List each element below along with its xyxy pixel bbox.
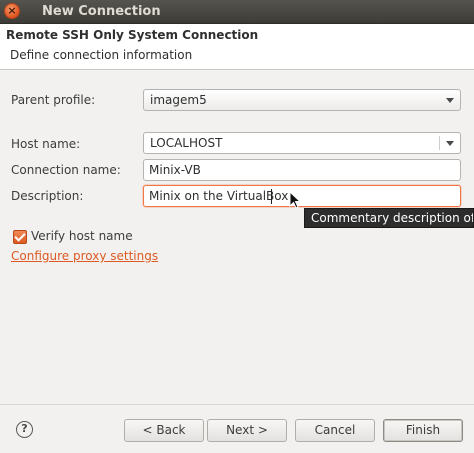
next-button[interactable]: Next >: [207, 419, 287, 442]
verify-host-label[interactable]: Verify host name: [31, 229, 133, 243]
text-caret: [271, 189, 272, 204]
cancel-button[interactable]: Cancel: [295, 419, 375, 442]
connection-name-value: Minix-VB: [149, 163, 201, 177]
help-icon[interactable]: ?: [16, 421, 33, 438]
verify-host-checkbox[interactable]: [13, 230, 27, 244]
description-value: Minix on the VirtualBox: [149, 189, 289, 203]
finish-button[interactable]: Finish: [383, 419, 463, 442]
host-name-combo[interactable]: LOCALHOST: [143, 132, 461, 154]
close-icon[interactable]: ×: [4, 3, 20, 19]
tooltip: Commentary description of the: [304, 208, 474, 228]
parent-profile-combo[interactable]: imagem5: [143, 89, 461, 111]
wizard-header: Remote SSH Only System Connection Define…: [0, 24, 474, 70]
wizard-subtitle: Define connection information: [10, 48, 193, 62]
back-button[interactable]: < Back: [124, 419, 204, 442]
wizard-title: Remote SSH Only System Connection: [6, 28, 259, 42]
parent-profile-value: imagem5: [150, 93, 207, 107]
parent-profile-label: Parent profile:: [11, 93, 96, 107]
description-label: Description:: [11, 189, 84, 203]
title-bar: × New Connection: [0, 0, 474, 24]
host-name-label: Host name:: [11, 137, 81, 151]
connection-name-label: Connection name:: [11, 163, 121, 177]
chevron-down-icon[interactable]: [446, 141, 454, 146]
window-title: New Connection: [42, 4, 161, 19]
footer-divider: [0, 404, 474, 405]
chevron-down-icon: [446, 98, 454, 103]
combo-separator: [439, 136, 440, 150]
checkmark-icon: [14, 230, 26, 242]
connection-name-field[interactable]: Minix-VB: [143, 159, 461, 181]
mouse-pointer-icon: [289, 191, 302, 209]
configure-proxy-link[interactable]: Configure proxy settings: [11, 249, 158, 263]
host-name-value: LOCALHOST: [150, 136, 223, 150]
